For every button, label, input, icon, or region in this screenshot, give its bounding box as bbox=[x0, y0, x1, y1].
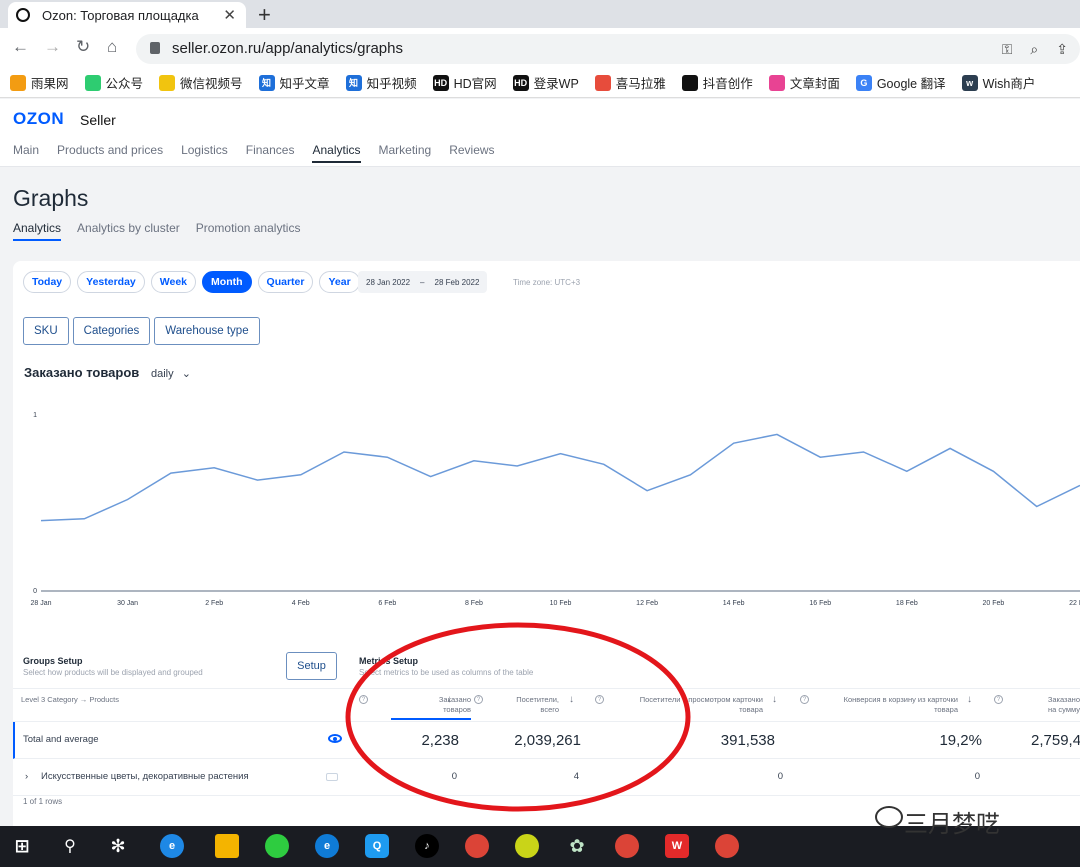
bookmark-icon: G bbox=[855, 74, 872, 91]
search-icon[interactable]: ⚲ bbox=[58, 834, 82, 858]
windows-start-icon[interactable]: ⊞ bbox=[10, 834, 34, 858]
bookmark-icon bbox=[159, 74, 176, 91]
browser-tab[interactable]: Ozon: Торговая площадка ✕ bbox=[8, 2, 246, 28]
bookmark-icon bbox=[681, 74, 698, 91]
bookmark-icon bbox=[10, 74, 26, 91]
clover-app-icon[interactable]: ✿ bbox=[565, 834, 589, 858]
browser-toolbar: ← → ↻ ⌂ seller.ozon.ru/app/analytics/gra… bbox=[0, 28, 1080, 68]
bookmark-label: 微信视频号 bbox=[180, 77, 243, 91]
reload-icon[interactable]: ↻ bbox=[76, 37, 90, 57]
bookmark-label: Google 翻译 bbox=[876, 77, 946, 91]
tab-title: Ozon: Торговая площадка bbox=[42, 7, 199, 23]
bookmark-icon bbox=[768, 74, 785, 91]
zoom-icon[interactable]: ⌕ bbox=[1030, 41, 1038, 58]
bookmark-icon bbox=[594, 74, 611, 91]
back-arrow-icon[interactable]: ← bbox=[12, 37, 29, 57]
chrome-icon[interactable] bbox=[715, 834, 739, 858]
bookmark-icon: HD bbox=[512, 74, 529, 91]
watermark-chat-icon bbox=[875, 806, 903, 828]
bookmark-label: 公众号 bbox=[105, 77, 144, 91]
bookmarks-bar: 雨果网 公众号 微信视频号知知乎文章知知乎视频 HD HD官网 HD 登录WP 喜马拉雅 抖音创… bbox=[0, 68, 1080, 98]
wps-icon[interactable]: W bbox=[665, 834, 689, 858]
seller-page: OZON Seller Main Products and prices Logis… bbox=[0, 99, 1080, 826]
bookmark-item[interactable]: 喜马拉雅 bbox=[594, 73, 666, 92]
bookmark-label: Wish商户 bbox=[982, 77, 1036, 91]
bookmark-item[interactable]: 抖音创作 bbox=[681, 73, 753, 92]
ozon-favicon-icon bbox=[16, 8, 30, 22]
tiktok-icon[interactable]: ♪ bbox=[415, 834, 439, 858]
bookmark-item[interactable]: 知知乎视频 bbox=[345, 73, 417, 92]
new-tab-button[interactable]: + bbox=[258, 2, 271, 28]
bookmark-item[interactable]: HD 登录WP bbox=[512, 73, 579, 92]
edge-browser-icon[interactable]: e bbox=[315, 834, 339, 858]
bookmark-icon bbox=[84, 74, 101, 91]
bookmark-label: 知乎文章 bbox=[279, 77, 330, 91]
wechat-icon[interactable] bbox=[265, 834, 289, 858]
share-icon[interactable]: ⇪ bbox=[1056, 41, 1068, 58]
lock-icon bbox=[150, 42, 160, 54]
bookmark-item[interactable]: 文章封面 bbox=[768, 73, 840, 92]
url-text[interactable]: seller.ozon.ru/app/analytics/graphs bbox=[172, 40, 403, 57]
chrome-icon[interactable] bbox=[615, 834, 639, 858]
close-tab-icon[interactable]: ✕ bbox=[223, 6, 236, 24]
chrome-icon[interactable] bbox=[465, 834, 489, 858]
browser-tab-bar: Ozon: Торговая площадка ✕ + bbox=[0, 0, 1080, 28]
ie-browser-icon[interactable]: e bbox=[160, 834, 184, 858]
home-icon[interactable]: ⌂ bbox=[107, 37, 117, 57]
address-bar[interactable]: seller.ozon.ru/app/analytics/graphs bbox=[136, 34, 1080, 64]
bookmark-label: 文章封面 bbox=[789, 77, 840, 91]
bookmark-icon: 知 bbox=[345, 74, 362, 91]
pinwheel-app-icon[interactable]: ✻ bbox=[106, 834, 130, 858]
bookmark-item[interactable]: 微信视频号 bbox=[159, 73, 243, 92]
annotation-overlay bbox=[345, 622, 691, 812]
bookmark-icon: 知 bbox=[258, 74, 275, 91]
bookmark-item[interactable]: 知知乎文章 bbox=[258, 73, 330, 92]
forward-arrow-icon[interactable]: → bbox=[44, 37, 61, 57]
bookmark-label: 抖音创作 bbox=[702, 77, 753, 91]
music-app-icon[interactable] bbox=[515, 834, 539, 858]
bookmark-item[interactable]: 公众号 bbox=[84, 73, 144, 92]
watermark-text: 三月梦呓 bbox=[904, 810, 1000, 838]
bookmark-label: HD官网 bbox=[453, 77, 497, 91]
bookmark-icon: w bbox=[961, 74, 978, 91]
bookmark-label: 喜马拉雅 bbox=[615, 77, 666, 91]
bookmark-item[interactable]: 雨果网 bbox=[10, 73, 69, 92]
bookmark-item[interactable]: HD HD官网 bbox=[432, 73, 497, 92]
bookmark-label: 雨果网 bbox=[31, 77, 69, 91]
folder-icon[interactable] bbox=[215, 834, 239, 858]
q-app-icon[interactable]: Q bbox=[365, 834, 389, 858]
red-circle-annotation bbox=[345, 622, 691, 812]
bookmark-label: 登录WP bbox=[533, 77, 579, 91]
bookmark-label: 知乎视频 bbox=[366, 77, 417, 91]
bookmark-item[interactable]: w Wish商户 bbox=[961, 73, 1036, 92]
key-icon[interactable]: ⚿ bbox=[1002, 41, 1013, 58]
bookmark-icon: HD bbox=[432, 74, 449, 91]
bookmark-item[interactable]: G Google 翻译 bbox=[855, 73, 946, 92]
